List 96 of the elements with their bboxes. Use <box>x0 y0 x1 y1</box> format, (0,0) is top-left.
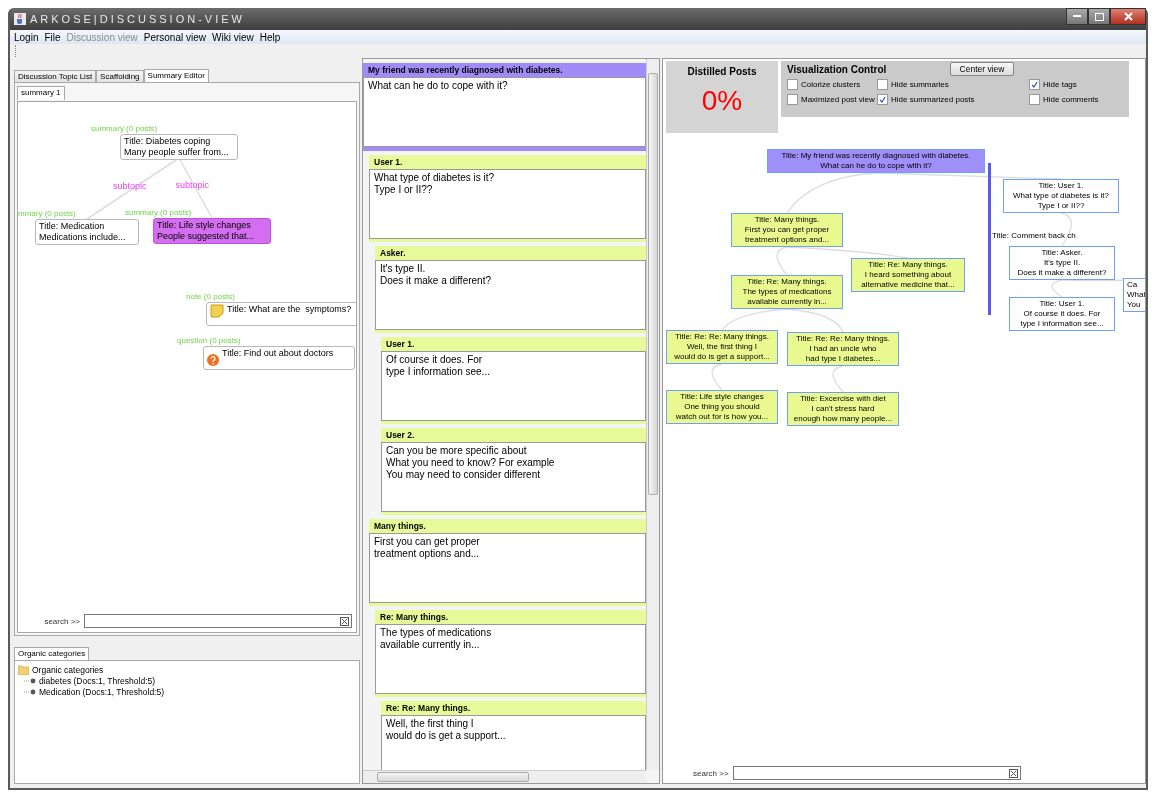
post-title: Many things. <box>369 519 646 533</box>
bullet-icon <box>24 677 36 684</box>
post-title: Re: Re: Many things. <box>381 701 646 715</box>
checkbox[interactable] <box>877 94 888 105</box>
connector-line <box>832 365 844 393</box>
tab[interactable]: Summary Editor <box>143 69 209 83</box>
horizontal-scrollbar[interactable] <box>363 770 646 783</box>
sticky-note-icon <box>210 304 224 318</box>
panel-title: Visualization Control <box>787 64 887 75</box>
post-title: User 2. <box>381 428 646 442</box>
node-tag: note (0 posts) <box>186 292 235 301</box>
menu-item[interactable]: Login <box>14 31 39 43</box>
relation-label: subtopic <box>175 180 210 190</box>
summary-node[interactable]: Title: What are the symptoms? <box>206 302 356 326</box>
checkbox-label: Hide comments <box>1043 95 1099 104</box>
post-body: What can he do to cope with it? <box>363 77 646 147</box>
connector-line <box>786 308 844 333</box>
checkbox[interactable] <box>1029 94 1040 105</box>
checkbox[interactable] <box>1029 79 1040 90</box>
vertical-scrollbar[interactable] <box>646 59 659 770</box>
tab[interactable]: Scaffolding <box>96 70 144 82</box>
post-title: User 1. <box>381 337 646 351</box>
post-node[interactable]: Title: Re: Re: Many things. I had an uncle who had type I diabetes... <box>787 332 899 366</box>
bullet-icon <box>24 688 36 695</box>
menu-item[interactable]: Personal view <box>143 31 206 43</box>
folder-icon <box>18 664 29 675</box>
tree-item[interactable]: Medication (Docs:1, Threshold:5) <box>39 686 165 697</box>
summary-node[interactable]: Title: Diabetes coping Many people suffer from... <box>120 134 238 160</box>
post-body: Can you be more specific about What you need to know? For example You may need to consider different <box>381 442 646 512</box>
post-node[interactable]: Title: My friend was recently diagnosed with diabetes. What can he do to cope with it? <box>767 149 985 173</box>
checkbox-label: Colorize clusters <box>801 80 861 89</box>
connector-line <box>721 308 788 331</box>
distilled-value: 0% <box>701 85 743 117</box>
minimize-icon <box>1073 15 1081 18</box>
node-tag: summary (0 posts) <box>125 208 192 217</box>
minimize-button[interactable] <box>1066 8 1088 25</box>
post-node[interactable]: Title: Re: Many things. The types of medications available currently in... <box>731 275 843 309</box>
post-title: Re: Many things. <box>375 610 646 624</box>
post-body: It's type II. Does it make a different? <box>375 260 646 330</box>
search-label: search >> <box>44 616 80 626</box>
post-body: The types of medications available currently in... <box>375 624 646 694</box>
tree-item[interactable]: Organic categories <box>32 664 104 675</box>
connector-line <box>711 363 723 391</box>
checkbox[interactable] <box>877 79 888 90</box>
post-node[interactable]: Title: Many things. First you can get proper treatment options and... <box>731 213 843 247</box>
maximize-button[interactable] <box>1088 8 1110 25</box>
summary-node[interactable]: Title: Medication Medications include... <box>35 219 139 245</box>
post-body: What type of diabetes is it? Type I or II?? <box>369 169 646 239</box>
maximize-icon <box>1094 12 1104 21</box>
search-field[interactable] <box>84 614 352 628</box>
toolbar-grip[interactable] <box>15 45 18 57</box>
tab[interactable]: Organic categories <box>14 647 90 661</box>
tab[interactable]: Discussion Topic List <box>14 70 97 82</box>
clear-icon[interactable] <box>340 616 349 626</box>
tab[interactable]: summary 1 <box>17 86 65 100</box>
post-node[interactable]: Ca What You <box>1123 278 1145 312</box>
checkbox-label: Hide summarized posts <box>891 95 975 104</box>
post-node[interactable]: Title: Re: Many things. I heard something about alternative medicine that... <box>851 258 965 292</box>
checkbox-label: Hide summaries <box>891 80 949 89</box>
clear-icon[interactable] <box>1008 768 1018 778</box>
menu-item[interactable]: Wiki view <box>212 31 254 43</box>
checkbox-label: Hide tags <box>1043 80 1077 89</box>
tree-item[interactable]: diabetes (Docs:1, Threshold:5) <box>39 675 156 686</box>
post-body: Well, the first thing I would do is get a support... <box>381 715 646 770</box>
post-node[interactable]: Title: User 1. What type of diabetes is it? Type I or II?? <box>1003 179 1119 213</box>
summary-node[interactable]: Title: Life style changes People suggested that... <box>153 218 271 244</box>
menu-item[interactable]: File <box>44 31 61 43</box>
center-view-button[interactable]: Center view <box>950 62 1014 76</box>
checkbox[interactable] <box>787 79 798 90</box>
distilled-title: Distilled Posts <box>687 66 757 77</box>
node-tag: question (0 posts) <box>177 336 241 345</box>
app-icon <box>14 13 26 25</box>
close-button[interactable] <box>1110 8 1146 25</box>
node-tag: mmary (0 posts) <box>18 209 76 218</box>
checkbox-label: Maximized post view <box>801 95 875 104</box>
checkbox[interactable] <box>787 94 798 105</box>
post-node[interactable]: Title: User 1. Of course it does. For type I information see... <box>1009 297 1115 331</box>
post-node[interactable]: Title: Excercise with diet I can't stress hard enough how many people... <box>787 392 899 426</box>
node-tag: summary (0 posts) <box>91 124 158 133</box>
node-label: Title: Comment back ch <box>992 231 1076 240</box>
post-title: User 1. <box>369 155 646 169</box>
post-node[interactable]: Title: Asker. It's type II. Does it make a different? <box>1009 246 1115 280</box>
window-title: ARKOSE|DISCUSSION-VIEW <box>30 13 245 25</box>
post-node[interactable]: Title: Re: Re: Many things. Well, the first thing I would do is get a support... <box>666 330 778 364</box>
post-title: Asker. <box>375 246 646 260</box>
search-field[interactable] <box>732 766 1021 780</box>
close-icon <box>1123 12 1133 21</box>
post-body: Of course it does. For type I information see... <box>381 351 646 421</box>
post-title: My friend was recently diagnosed with diabetes. <box>363 63 646 77</box>
post-body: First you can get proper treatment options and... <box>369 533 646 603</box>
summary-node[interactable]: Title: Find out about doctors <box>203 346 355 370</box>
search-label: search >> <box>693 768 729 778</box>
menu-item[interactable]: Help <box>259 31 281 43</box>
relation-label: subtopic <box>113 180 147 191</box>
question-icon <box>207 354 219 366</box>
post-node[interactable]: Title: Life style changes One thing you should watch out for is how you... <box>666 390 778 424</box>
